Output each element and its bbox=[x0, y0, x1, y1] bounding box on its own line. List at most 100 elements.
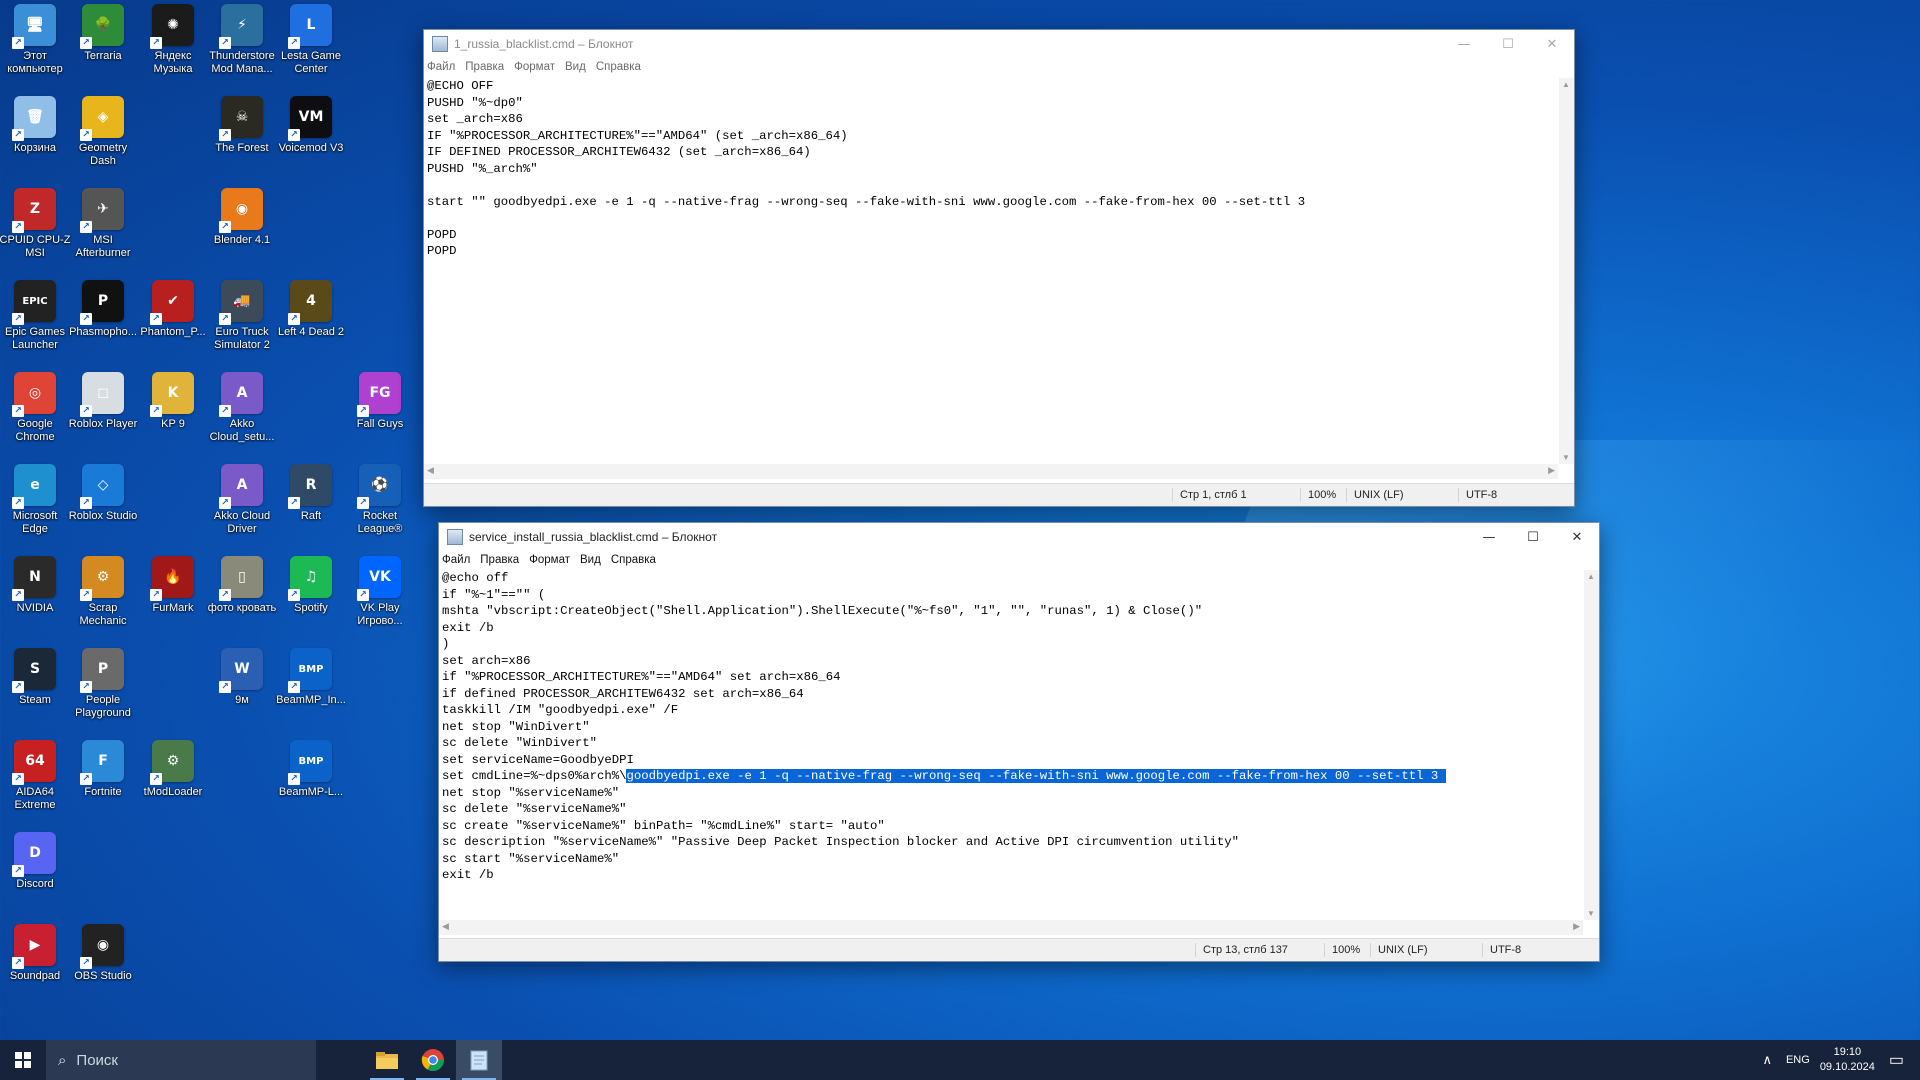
desktop-icon[interactable]: ⚙tModLoader bbox=[140, 740, 206, 828]
desktop-icon[interactable]: ▶Soundpad bbox=[2, 924, 68, 1012]
scroll-left-icon[interactable]: ◀ bbox=[442, 921, 449, 932]
desktop-icon[interactable]: eMicrosoft Edge bbox=[2, 464, 68, 552]
menu-help[interactable]: Справка bbox=[596, 61, 641, 73]
text-editor[interactable]: @ECHO OFF PUSHD "%~dp0" set _arch=x86 IF "%… bbox=[424, 78, 1558, 464]
start-button[interactable] bbox=[0, 1040, 46, 1080]
desktop-icon-label: AIDA64 Extreme bbox=[14, 786, 56, 811]
desktop-icon[interactable]: ◈Geometry Dash bbox=[70, 96, 136, 184]
app-icon: 🌳 bbox=[80, 4, 124, 49]
desktop-icon[interactable]: 🚚Euro Truck Simulator 2 bbox=[209, 280, 275, 368]
menu-format[interactable]: Формат bbox=[529, 554, 570, 566]
desktop-icon[interactable]: BMPBeamMP-L... bbox=[278, 740, 344, 828]
desktop-icon[interactable]: KKP 9 bbox=[140, 372, 206, 460]
horizontal-scrollbar[interactable]: ◀ ▶ bbox=[439, 920, 1583, 935]
desktop-icon[interactable]: DDiscord bbox=[2, 832, 68, 920]
desktop-icon[interactable]: FFortnite bbox=[70, 740, 136, 828]
desktop-icon[interactable]: ZCPUID CPU-Z MSI bbox=[0, 188, 70, 276]
desktop-icon[interactable]: 🖥Этот компьютер bbox=[2, 4, 68, 92]
desktop-icon-label: OBS Studio bbox=[74, 970, 132, 982]
menu-format[interactable]: Формат bbox=[514, 61, 555, 73]
code-line: set arch=x86 bbox=[442, 653, 531, 668]
desktop-icon[interactable]: RRaft bbox=[278, 464, 344, 552]
language-indicator[interactable]: ENG bbox=[1786, 1054, 1810, 1066]
menu-edit[interactable]: Правка bbox=[465, 61, 504, 73]
window-titlebar[interactable]: 1_russia_blacklist.cmd – Блокнот — ☐ ✕ bbox=[424, 30, 1574, 58]
desktop-icon[interactable]: ◇Roblox Studio bbox=[69, 464, 137, 552]
scroll-left-icon[interactable]: ◀ bbox=[427, 465, 434, 476]
desktop-icon[interactable]: SSteam bbox=[2, 648, 68, 736]
desktop-icon[interactable]: VMVoicemod V3 bbox=[278, 96, 344, 184]
desktop-icon[interactable]: AAkko Cloud Driver bbox=[209, 464, 275, 552]
desktop-icon[interactable]: EPICEpic Games Launcher bbox=[2, 280, 68, 368]
scroll-right-icon[interactable]: ▶ bbox=[1548, 465, 1555, 476]
code-line: sc description "%serviceName%" "Passive … bbox=[442, 835, 1239, 849]
vertical-scrollbar[interactable]: ▲ ▼ bbox=[1584, 570, 1599, 920]
desktop-icon[interactable]: ▯фото кровать bbox=[208, 556, 276, 644]
notepad-window-2[interactable]: service_install_russia_blacklist.cmd – Б… bbox=[438, 522, 1600, 962]
menu-file[interactable]: Файл bbox=[442, 554, 470, 566]
desktop-icon[interactable]: PPhasmopho... bbox=[69, 280, 137, 368]
taskbar-file-explorer[interactable] bbox=[364, 1040, 410, 1080]
window-titlebar[interactable]: service_install_russia_blacklist.cmd – Б… bbox=[439, 523, 1599, 551]
status-zoom: 100% bbox=[1324, 943, 1360, 957]
desktop-icon[interactable]: BMPBeamMP_In... bbox=[276, 648, 346, 736]
scroll-up-icon[interactable]: ▲ bbox=[1562, 80, 1570, 89]
close-button[interactable]: ✕ bbox=[1530, 30, 1574, 58]
desktop-icon-label: Microsoft Edge bbox=[12, 510, 58, 535]
minimize-button[interactable]: — bbox=[1442, 30, 1486, 58]
desktop-icon[interactable]: VKVK Play Игрово... bbox=[347, 556, 413, 644]
taskbar-notepad[interactable] bbox=[456, 1040, 502, 1080]
desktop-icon[interactable]: AAkko Cloud_setu... bbox=[209, 372, 275, 460]
desktop-icon[interactable]: ⚙Scrap Mechanic bbox=[70, 556, 136, 644]
desktop-icon[interactable]: FGFall Guys bbox=[347, 372, 413, 460]
maximize-button[interactable]: ☐ bbox=[1486, 30, 1530, 58]
menu-file[interactable]: Файл bbox=[427, 61, 455, 73]
notepad-window-1[interactable]: 1_russia_blacklist.cmd – Блокнот — ☐ ✕ Ф… bbox=[423, 29, 1575, 507]
menu-help[interactable]: Справка bbox=[611, 554, 656, 566]
desktop-icon[interactable]: 🔥FurMark bbox=[140, 556, 206, 644]
status-encoding: UTF-8 bbox=[1458, 488, 1497, 502]
close-button[interactable]: ✕ bbox=[1555, 523, 1599, 551]
desktop-icon[interactable]: ◉OBS Studio bbox=[70, 924, 136, 1012]
desktop-icon[interactable]: ◻Roblox Player bbox=[69, 372, 137, 460]
clock[interactable]: 19:10 09.10.2024 bbox=[1820, 1045, 1875, 1075]
desktop-icon[interactable]: NNVIDIA bbox=[2, 556, 68, 644]
menu-view[interactable]: Вид bbox=[580, 554, 601, 566]
desktop-icon[interactable]: ⚽Rocket League® bbox=[347, 464, 413, 552]
menu-edit[interactable]: Правка bbox=[480, 554, 519, 566]
maximize-button[interactable]: ☐ bbox=[1511, 523, 1555, 551]
desktop-icon[interactable]: 64AIDA64 Extreme bbox=[2, 740, 68, 828]
desktop-icon[interactable]: ✺Яндекс Музыка bbox=[140, 4, 206, 92]
desktop-icon[interactable]: PPeople Playground bbox=[70, 648, 136, 736]
text-editor[interactable]: @echo off if "%~1"=="" (mshta "vbscript:C… bbox=[439, 570, 1583, 920]
scroll-down-icon[interactable]: ▼ bbox=[1587, 909, 1595, 918]
desktop-icon[interactable]: LLesta Game Center bbox=[278, 4, 344, 92]
desktop-icon-label: Terraria bbox=[84, 50, 122, 62]
desktop-icon-label: Left 4 Dead 2 bbox=[277, 326, 345, 338]
scroll-right-icon[interactable]: ▶ bbox=[1573, 921, 1580, 932]
desktop-icon[interactable]: W9м bbox=[209, 648, 275, 736]
status-zoom: 100% bbox=[1300, 488, 1336, 502]
desktop-icon[interactable]: ☠The Forest bbox=[209, 96, 275, 184]
desktop-icon[interactable]: ♫Spotify bbox=[278, 556, 344, 644]
horizontal-scrollbar[interactable]: ◀ ▶ bbox=[424, 464, 1558, 479]
desktop-icon[interactable]: ◉Blender 4.1 bbox=[209, 188, 275, 276]
taskbar-search[interactable]: ⌕ Поиск bbox=[46, 1040, 316, 1080]
desktop-icon[interactable]: ✔Phantom_P... bbox=[140, 280, 206, 368]
minimize-button[interactable]: — bbox=[1467, 523, 1511, 551]
desktop-icon[interactable]: ✈MSI Afterburner bbox=[70, 188, 136, 276]
menu-view[interactable]: Вид bbox=[565, 61, 586, 73]
scroll-down-icon[interactable]: ▼ bbox=[1562, 453, 1570, 462]
desktop-icon[interactable]: 4Left 4 Dead 2 bbox=[278, 280, 344, 368]
tray-chevron-icon[interactable]: ∧ bbox=[1762, 1052, 1772, 1068]
taskbar-chrome[interactable] bbox=[410, 1040, 456, 1080]
text-selection[interactable]: goodbyedpi.exe -e 1 -q --native-frag --w… bbox=[626, 769, 1446, 783]
desktop-icon[interactable]: ⚡Thunderstore Mod Mana... bbox=[209, 4, 275, 92]
notification-center-icon[interactable]: ▭ bbox=[1889, 1050, 1904, 1070]
app-icon: VM bbox=[288, 96, 332, 141]
desktop-icon[interactable]: ◎Google Chrome bbox=[2, 372, 68, 460]
desktop-icon[interactable]: 🌳Terraria bbox=[70, 4, 136, 92]
desktop-icon[interactable]: 🗑Корзина bbox=[2, 96, 68, 184]
scroll-up-icon[interactable]: ▲ bbox=[1587, 572, 1595, 581]
vertical-scrollbar[interactable]: ▲ ▼ bbox=[1559, 78, 1574, 464]
